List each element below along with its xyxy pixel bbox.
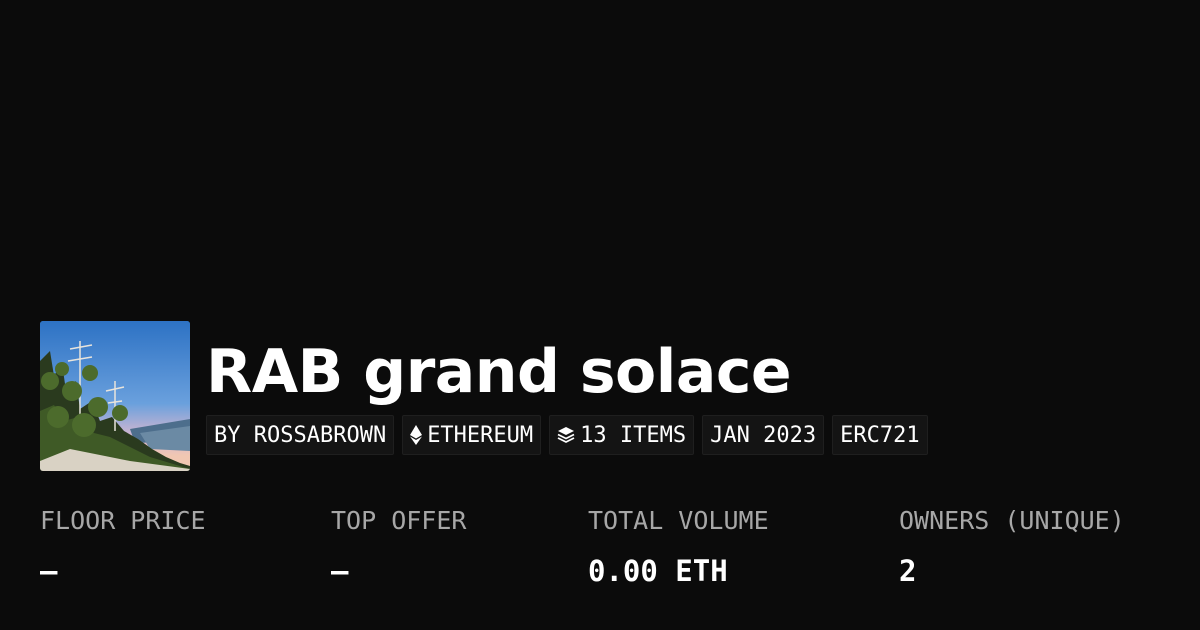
collection-card: RAB grand solace BY ROSSABROWN ETHEREUM <box>0 0 1200 630</box>
layers-icon <box>557 426 575 444</box>
owners-label: OWNERS (UNIQUE) <box>899 506 1125 535</box>
total-volume-label: TOTAL VOLUME <box>588 506 769 535</box>
landscape-thumbnail <box>40 321 190 471</box>
total-volume-value: 0.00 ETH <box>588 554 728 588</box>
standard-tag: ERC721 <box>832 415 928 455</box>
date-tag-label: JAN 2023 <box>710 422 817 448</box>
top-offer-value: — <box>331 554 349 588</box>
date-tag: JAN 2023 <box>702 415 825 455</box>
total-volume-stat: TOTAL VOLUME 0.00 ETH <box>588 503 769 589</box>
floor-price-label: FLOOR PRICE <box>40 506 206 535</box>
chain-tag-label: ETHEREUM <box>427 422 534 448</box>
items-tag[interactable]: 13 ITEMS <box>549 415 695 455</box>
top-offer-stat: TOP OFFER — <box>331 503 466 589</box>
collection-thumbnail <box>40 321 190 471</box>
items-tag-label: 13 ITEMS <box>580 422 687 448</box>
floor-price-stat: FLOOR PRICE — <box>40 503 206 589</box>
ethereum-icon <box>410 425 423 445</box>
collection-tags: BY ROSSABROWN ETHEREUM 13 ITEMS JAN 2023… <box>206 415 928 455</box>
creator-tag-label: BY ROSSABROWN <box>214 422 387 448</box>
chain-tag[interactable]: ETHEREUM <box>402 415 542 455</box>
top-offer-label: TOP OFFER <box>331 506 467 535</box>
owners-value: 2 <box>899 554 917 588</box>
collection-stats: FLOOR PRICE — TOP OFFER — TOTAL VOLUME 0… <box>0 503 1200 603</box>
floor-price-value: — <box>40 554 58 588</box>
creator-tag[interactable]: BY ROSSABROWN <box>206 415 395 455</box>
owners-stat: OWNERS (UNIQUE) 2 <box>899 503 1125 589</box>
standard-tag-label: ERC721 <box>840 422 920 448</box>
collection-title: RAB grand solace <box>206 337 792 407</box>
